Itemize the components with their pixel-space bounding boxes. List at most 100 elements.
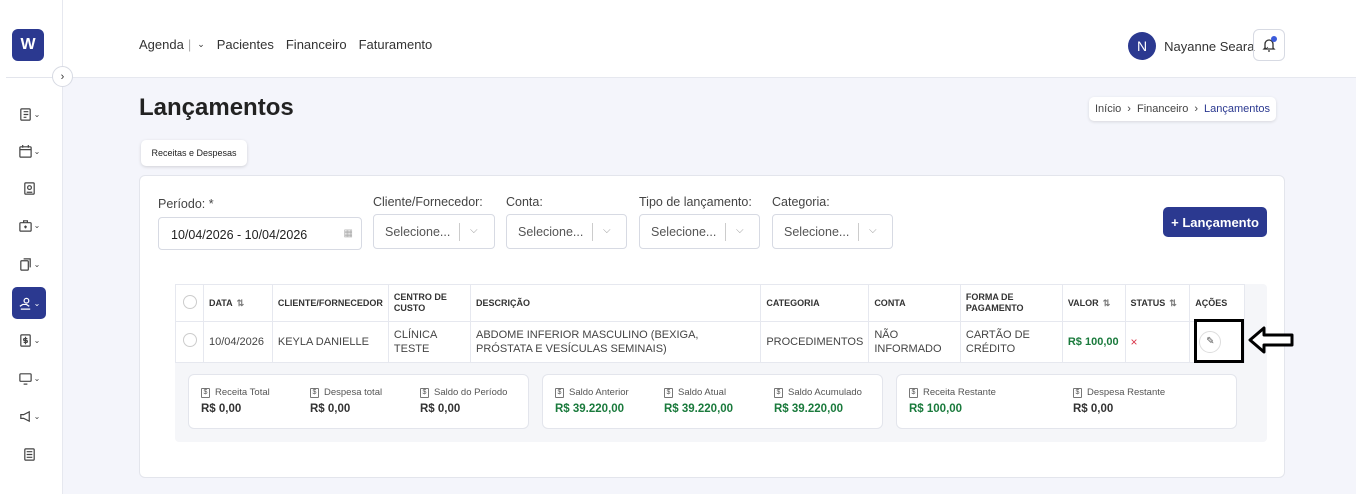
dollar-doc-icon: $ — [310, 387, 319, 398]
sort-icon[interactable]: ⇅ — [1169, 298, 1177, 308]
dollar-doc-icon: $ — [1073, 387, 1082, 398]
sidebar-item-monitor[interactable]: ⌄ — [12, 364, 46, 392]
row-select-cell — [175, 321, 204, 363]
periodo-value: 10/04/2026 - 10/04/2026 — [171, 228, 308, 242]
topbar: Agenda | ⌄ Pacientes Financeiro Faturame… — [63, 0, 1356, 78]
periodo-input[interactable]: 10/04/2026 - 10/04/2026 ▦ — [158, 217, 362, 250]
cell-forma: CARTÃO DE CRÉDITO — [959, 321, 1063, 363]
dollar-doc-icon: $ — [555, 387, 564, 398]
sidebar-item-billing[interactable]: ⌄ — [12, 326, 46, 354]
sidebar-item-clinic[interactable]: ⌄ — [12, 211, 46, 239]
select-divider — [592, 223, 593, 241]
categoria-select[interactable]: Selecione... ⌵ — [772, 214, 893, 249]
sidebar-item-calendar[interactable]: ⌄ — [12, 137, 46, 165]
calendar-icon: ▦ — [343, 228, 353, 239]
add-lancamento-button[interactable]: + Lançamento — [1163, 207, 1267, 237]
select-divider — [858, 223, 859, 241]
select-all-checkbox[interactable] — [183, 294, 197, 309]
col-conta: CONTA — [868, 284, 961, 322]
cell-descricao: ABDOME INFERIOR MASCULINO (BEXIGA, PRÓST… — [469, 321, 762, 363]
notifications-button[interactable] — [1253, 29, 1285, 61]
summary-label: Despesa total — [324, 387, 383, 398]
app-logo[interactable]: W — [12, 29, 44, 61]
sidebar-divider — [6, 77, 57, 78]
tipo-select[interactable]: Selecione... ⌵ — [639, 214, 760, 249]
chevron-down-icon[interactable]: ⌄ — [197, 39, 205, 50]
sidebar-item-patients[interactable] — [12, 174, 46, 202]
filters-card: Período: * 10/04/2026 - 10/04/2026 ▦ Clie… — [139, 175, 1285, 478]
summary-label: Saldo Atual — [678, 387, 727, 398]
breadcrumb-current: Lançamentos — [1204, 103, 1271, 115]
cell-cliente: KEYLA DANIELLE — [271, 321, 389, 363]
sidebar-item-marketing[interactable]: ⌄ — [12, 402, 46, 430]
documents-icon — [19, 257, 31, 271]
dollar-doc-icon: $ — [201, 387, 210, 398]
status-x-icon: × — [1130, 334, 1138, 349]
conta-label: Conta: — [506, 195, 543, 209]
summary-saldo-anterior: $ Saldo Anterior R$ 39.220,00 — [555, 387, 629, 415]
tipo-label: Tipo de lançamento: — [639, 195, 752, 209]
sort-icon[interactable]: ⇅ — [1103, 298, 1111, 308]
nav-financeiro[interactable]: Financeiro — [286, 37, 347, 52]
breadcrumb: Início › Financeiro › Lançamentos — [1089, 97, 1277, 121]
calendar-icon — [18, 144, 32, 158]
sidebar-collapse-toggle[interactable]: › — [52, 66, 73, 87]
periodo-label: Período: * — [158, 197, 214, 211]
summary-despesa-restante: $ Despesa Restante R$ 0,00 — [1073, 387, 1165, 415]
cliente-select[interactable]: Selecione... ⌵ — [373, 214, 495, 249]
edit-highlight-box — [1194, 319, 1244, 363]
cell-centro: CLÍNICA TESTE — [387, 321, 472, 363]
tipo-placeholder: Selecione... — [651, 224, 717, 239]
col-centro: CENTRO DE CUSTO — [387, 284, 472, 322]
summary-value: R$ 0,00 — [201, 403, 242, 415]
col-data[interactable]: DATA ⇅ — [202, 284, 273, 322]
sort-icon[interactable]: ⇅ — [237, 298, 245, 308]
conta-select[interactable]: Selecione... ⌵ — [506, 214, 627, 249]
monitor-icon — [18, 372, 32, 385]
nav-agenda[interactable]: Agenda — [139, 37, 184, 52]
dollar-doc-icon — [19, 333, 31, 347]
sidebar-item-reports[interactable] — [12, 440, 46, 468]
summary-value: R$ 0,00 — [310, 403, 351, 415]
summary-label: Despesa Restante — [1087, 387, 1166, 398]
summary-value: R$ 0,00 — [1073, 403, 1114, 415]
col-status-label: STATUS — [1130, 297, 1166, 308]
cell-status: × — [1124, 321, 1191, 363]
sidebar-item-financeiro[interactable]: ⌄ — [12, 287, 46, 319]
col-forma: FORMA DE PAGAMENTO — [959, 284, 1063, 322]
summary-group-totals: $ Receita Total R$ 0,00 $ Despesa total R$ 0… — [188, 374, 529, 429]
chevron-down-icon: ⌵ — [470, 225, 478, 236]
cell-valor: R$ 100,00 — [1061, 321, 1126, 363]
categoria-label: Categoria: — [772, 195, 830, 209]
cliente-placeholder: Selecione... — [385, 224, 451, 239]
cell-data: 10/04/2026 — [202, 321, 273, 363]
nav-pacientes[interactable]: Pacientes — [217, 37, 274, 52]
chevron-down-icon: ⌵ — [869, 225, 877, 236]
sidebar-item-agenda[interactable]: ⌄ — [12, 100, 46, 128]
col-descricao: DESCRIÇÃO — [469, 284, 762, 322]
cliente-label: Cliente/Fornecedor: — [373, 195, 483, 209]
summary-label: Receita Total — [215, 387, 270, 398]
summary-receita-total: $ Receita Total R$ 0,00 — [201, 387, 270, 415]
sidebar-item-documents[interactable]: ⌄ — [12, 250, 46, 278]
cell-conta: NÃO INFORMADO — [868, 321, 961, 363]
table-row: 10/04/2026 KEYLA DANIELLE CLÍNICA TESTE … — [175, 321, 1245, 363]
tab-receitas-despesas[interactable]: Receitas e Despesas — [141, 140, 247, 166]
summary-label: Saldo do Período — [434, 387, 508, 398]
dollar-doc-icon: $ — [664, 387, 673, 398]
megaphone-icon — [19, 410, 30, 422]
nav-faturamento[interactable]: Faturamento — [359, 37, 433, 52]
dollar-doc-icon: $ — [774, 387, 783, 398]
summary-value: R$ 100,00 — [909, 403, 963, 415]
lancamentos-table: DATA ⇅ CLIENTE/FORNECEDOR CENTRO DE CUSTO… — [175, 284, 1245, 363]
row-checkbox[interactable] — [183, 333, 197, 347]
chevron-right-icon: › — [1127, 103, 1131, 115]
breadcrumb-financeiro[interactable]: Financeiro — [1137, 103, 1188, 115]
col-valor[interactable]: VALOR ⇅ — [1061, 284, 1126, 322]
cell-categoria: PROCEDIMENTOS — [760, 321, 870, 363]
breadcrumb-inicio[interactable]: Início — [1095, 103, 1121, 115]
col-valor-label: VALOR — [1067, 297, 1099, 308]
user-menu[interactable]: N Nayanne Seara ⌄ — [1128, 32, 1270, 60]
summary-group-restantes: $ Receita Restante R$ 100,00 $ Despesa Rest… — [896, 374, 1237, 429]
col-status[interactable]: STATUS ⇅ — [1124, 284, 1191, 322]
